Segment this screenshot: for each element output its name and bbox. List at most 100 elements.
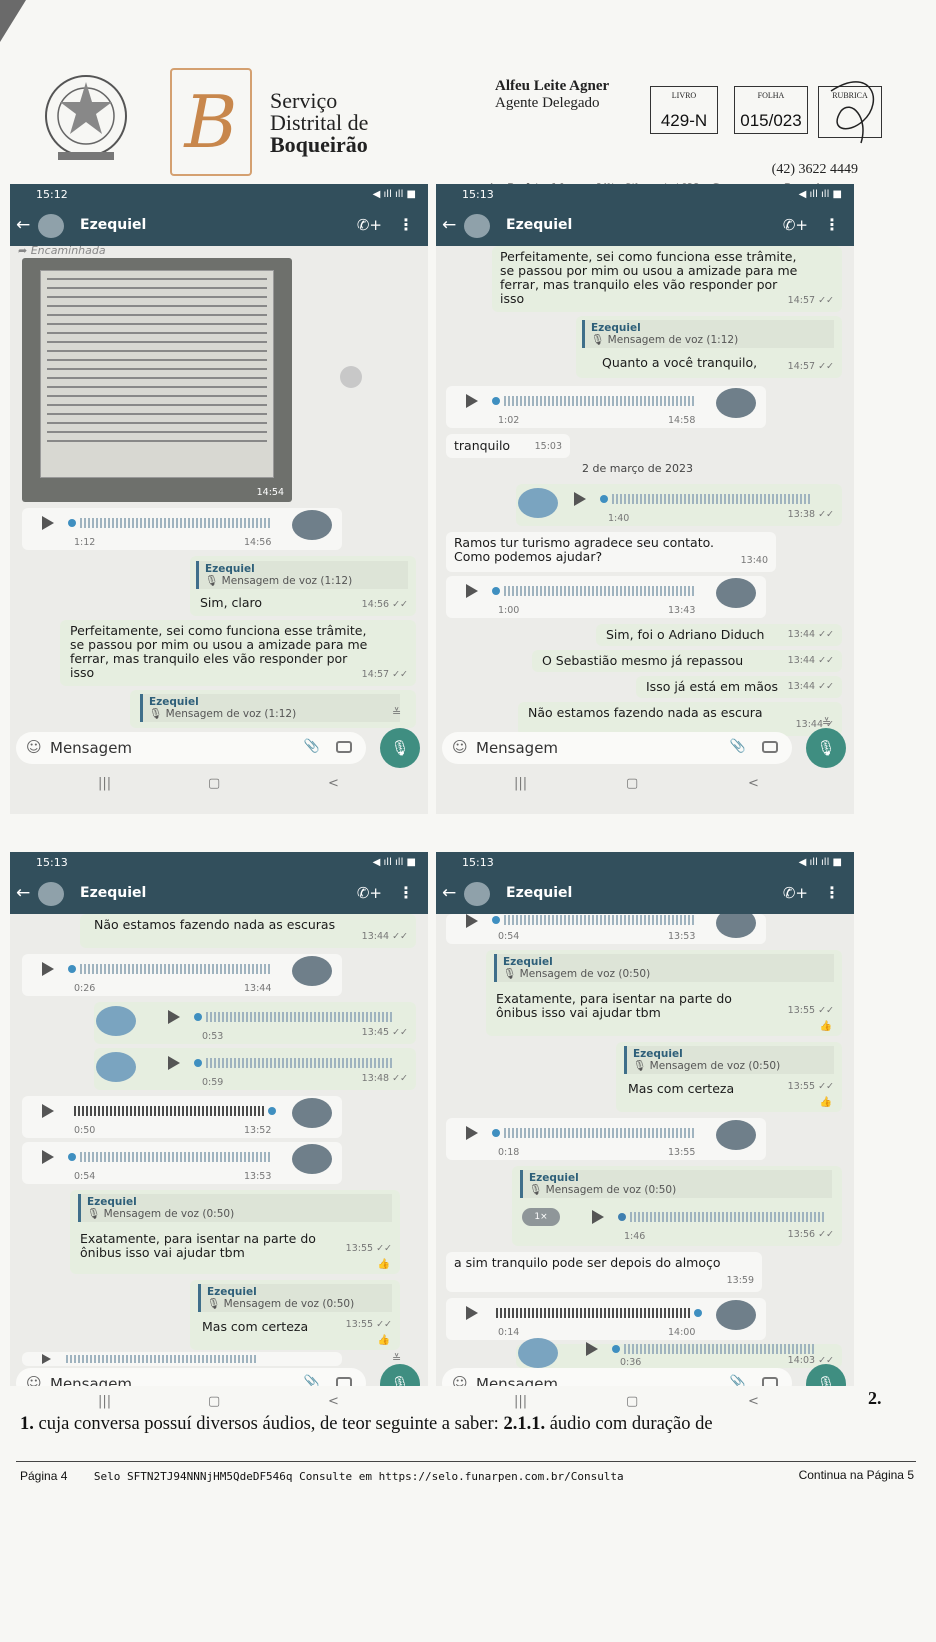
audio-progress-dot[interactable]: [612, 1345, 620, 1353]
audio-waveform-played[interactable]: [496, 1308, 692, 1318]
play-icon[interactable]: [574, 492, 586, 506]
audio-progress-dot[interactable]: [492, 397, 500, 405]
camera-icon[interactable]: [762, 1377, 778, 1386]
back-arrow-icon[interactable]: ←: [442, 883, 456, 903]
home-icon[interactable]: ▢: [208, 776, 220, 791]
play-icon[interactable]: [42, 1354, 51, 1364]
audio-progress-dot[interactable]: [268, 1107, 276, 1115]
message-input-placeholder[interactable]: Mensagem: [476, 739, 558, 757]
mic-button[interactable]: 🎙: [380, 728, 420, 768]
recents-icon[interactable]: |||: [514, 1394, 527, 1409]
quoted-message[interactable]: Ezequiel 🎙 Mensagem de voz (0:50): [494, 954, 834, 982]
back-nav-icon[interactable]: <: [748, 1394, 759, 1409]
home-icon[interactable]: ▢: [208, 1394, 220, 1409]
audio-waveform[interactable]: [504, 1128, 694, 1138]
emoji-icon[interactable]: ☺: [26, 1374, 42, 1386]
audio-progress-dot[interactable]: [492, 1129, 500, 1137]
audio-waveform[interactable]: [624, 1344, 814, 1354]
back-arrow-icon[interactable]: ←: [442, 215, 456, 235]
audio-waveform[interactable]: [206, 1058, 392, 1068]
play-icon[interactable]: [42, 516, 54, 530]
play-icon[interactable]: [42, 1104, 54, 1118]
message-input-placeholder[interactable]: Mensagem: [50, 739, 132, 757]
add-call-icon[interactable]: ✆+: [783, 216, 808, 234]
play-icon[interactable]: [168, 1056, 180, 1070]
message-input-placeholder[interactable]: Mensagem: [50, 1375, 132, 1386]
back-arrow-icon[interactable]: ←: [16, 215, 30, 235]
audio-progress-dot[interactable]: [600, 495, 608, 503]
back-arrow-icon[interactable]: ←: [16, 883, 30, 903]
audio-waveform-played[interactable]: [74, 1106, 266, 1116]
recents-icon[interactable]: |||: [514, 776, 527, 791]
audio-progress-dot[interactable]: [194, 1059, 202, 1067]
playback-speed-button[interactable]: 1×: [522, 1208, 560, 1226]
audio-progress-dot[interactable]: [492, 587, 500, 595]
message-input-bar[interactable]: ☺ Mensagem 📎: [16, 732, 366, 764]
audio-waveform[interactable]: [206, 1012, 392, 1022]
audio-waveform[interactable]: [630, 1212, 826, 1222]
home-icon[interactable]: ▢: [626, 1394, 638, 1409]
add-call-icon[interactable]: ✆+: [357, 216, 382, 234]
attach-icon[interactable]: 📎: [730, 1375, 746, 1386]
camera-icon[interactable]: [336, 1377, 352, 1386]
contact-name[interactable]: Ezequiel: [80, 885, 146, 901]
play-icon[interactable]: [42, 962, 54, 976]
emoji-icon[interactable]: ☺: [452, 738, 468, 756]
play-icon[interactable]: [466, 584, 478, 598]
attach-icon[interactable]: 📎: [304, 739, 320, 754]
scroll-down-icon[interactable]: ≚: [392, 706, 401, 719]
emoji-icon[interactable]: ☺: [452, 1374, 468, 1386]
camera-icon[interactable]: [336, 741, 352, 753]
share-icon[interactable]: [340, 366, 362, 388]
audio-waveform[interactable]: [612, 494, 812, 504]
quoted-message[interactable]: Ezequiel 🎙 Mensagem de voz (0:50): [78, 1194, 392, 1222]
more-options-icon[interactable]: ⋮: [398, 883, 414, 902]
quoted-message[interactable]: Ezequiel 🎙 Mensagem de voz (1:12): [582, 320, 834, 348]
audio-progress-dot[interactable]: [194, 1013, 202, 1021]
audio-waveform[interactable]: [504, 915, 694, 925]
audio-progress-dot[interactable]: [68, 519, 76, 527]
audio-progress-dot[interactable]: [68, 965, 76, 973]
back-nav-icon[interactable]: <: [328, 776, 339, 791]
mic-button[interactable]: 🎙: [806, 728, 846, 768]
quoted-message[interactable]: Ezequiel 🎙 Mensagem de voz (0:50): [520, 1170, 832, 1198]
play-icon[interactable]: [586, 1342, 598, 1356]
play-icon[interactable]: [42, 1150, 54, 1164]
message-input-bar[interactable]: ☺ Mensagem 📎: [442, 732, 792, 764]
seal-text[interactable]: Selo SFTN2TJ94NNNjHM5QdeDF546q Consulte …: [94, 1470, 624, 1483]
add-call-icon[interactable]: ✆+: [783, 884, 808, 902]
quoted-message[interactable]: Ezequiel 🎙 Mensagem de voz (0:50): [624, 1046, 834, 1074]
recents-icon[interactable]: |||: [98, 776, 111, 791]
audio-waveform[interactable]: [80, 1152, 270, 1162]
play-icon[interactable]: [168, 1010, 180, 1024]
thumbs-up-reaction-icon[interactable]: 👍: [378, 1334, 390, 1348]
more-options-icon[interactable]: ⋮: [398, 215, 414, 234]
attach-icon[interactable]: 📎: [730, 739, 746, 754]
audio-progress-dot[interactable]: [492, 916, 500, 924]
home-icon[interactable]: ▢: [626, 776, 638, 791]
message-input-bar[interactable]: ☺ Mensagem 📎: [442, 1368, 792, 1386]
message-input-bar[interactable]: ☺ Mensagem 📎: [16, 1368, 366, 1386]
more-options-icon[interactable]: ⋮: [824, 215, 840, 234]
emoji-icon[interactable]: ☺: [26, 738, 42, 756]
back-nav-icon[interactable]: <: [748, 776, 759, 791]
quoted-message[interactable]: Ezequiel 🎙 Mensagem de voz (0:50): [198, 1284, 392, 1312]
add-call-icon[interactable]: ✆+: [357, 884, 382, 902]
message-input-placeholder[interactable]: Mensagem: [476, 1375, 558, 1386]
quoted-message[interactable]: Ezequiel 🎙 Mensagem de voz (1:12): [140, 694, 400, 722]
play-icon[interactable]: [592, 1210, 604, 1224]
contact-avatar[interactable]: [38, 882, 64, 906]
thumbs-up-reaction-icon[interactable]: 👍: [820, 1020, 832, 1034]
play-icon[interactable]: [466, 394, 478, 408]
contact-name[interactable]: Ezequiel: [506, 885, 572, 901]
audio-waveform[interactable]: [504, 586, 694, 596]
play-icon[interactable]: [466, 1306, 478, 1320]
contact-name[interactable]: Ezequiel: [506, 217, 572, 233]
audio-waveform[interactable]: [66, 1355, 256, 1363]
thumbs-up-reaction-icon[interactable]: 👍: [820, 1096, 832, 1110]
contact-avatar[interactable]: [464, 882, 490, 906]
audio-progress-dot[interactable]: [618, 1213, 626, 1221]
quoted-message[interactable]: Ezequiel 🎙 Mensagem de voz (1:12): [196, 561, 408, 589]
play-icon[interactable]: [466, 1126, 478, 1140]
attach-icon[interactable]: 📎: [304, 1375, 320, 1386]
